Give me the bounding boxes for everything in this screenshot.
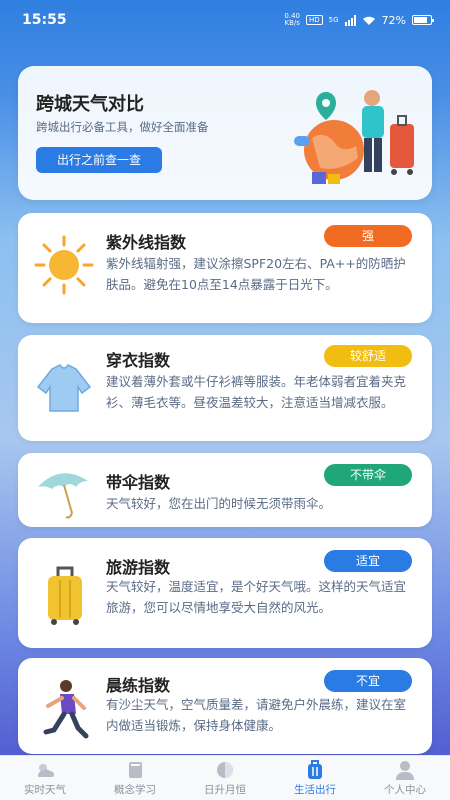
status-badge: 较舒适 bbox=[324, 345, 412, 367]
nav-concept-learning[interactable]: 概念学习 bbox=[90, 756, 180, 800]
runner-icon bbox=[43, 680, 89, 739]
weather-icon bbox=[38, 763, 54, 777]
status-icons: 0.40 KB/s HD 5G 72% bbox=[284, 13, 434, 27]
status-badge: 适宜 bbox=[324, 550, 412, 572]
net-speed: 0.40 KB/s bbox=[284, 13, 300, 27]
card-title: 晨练指数 bbox=[106, 676, 171, 695]
cross-city-weather-card[interactable]: 跨城天气对比 跨城出行必备工具，做好全面准备 出行之前查一查 bbox=[18, 66, 432, 200]
card-description: 天气较好，温度适宜，是个好天气哦。这样的天气适宜旅游，您可以尽情地享受大自然的风… bbox=[106, 579, 407, 615]
network-label: 5G bbox=[328, 16, 339, 24]
nav-label: 日升月恒 bbox=[204, 783, 246, 796]
card-description: 有沙尘天气，空气质量差，请避免户外晨练，建议在室内做适当锻炼，保持身体健康。 bbox=[106, 697, 407, 733]
bottom-nav: 实时天气 概念学习 日升月恒 生活出行 个人中心 bbox=[0, 755, 450, 800]
luggage-icon bbox=[308, 759, 322, 779]
nav-realtime-weather[interactable]: 实时天气 bbox=[0, 756, 90, 800]
nav-personal-center[interactable]: 个人中心 bbox=[360, 756, 450, 800]
battery-percent: 72% bbox=[381, 13, 406, 27]
card-title: 穿衣指数 bbox=[106, 351, 171, 370]
nav-label: 实时天气 bbox=[24, 783, 66, 796]
user-icon bbox=[396, 760, 414, 780]
card-title: 紫外线指数 bbox=[106, 233, 187, 252]
card-description: 天气较好，您在出门的时候无须带雨伞。 bbox=[106, 496, 332, 511]
nav-sun-moon[interactable]: 日升月恒 bbox=[180, 756, 270, 800]
umbrella-index-card[interactable]: 带伞指数 不带伞 天气较好，您在出门的时候无须带雨伞。 bbox=[18, 453, 432, 527]
traveler-illustration bbox=[294, 90, 414, 184]
exercise-index-card[interactable]: 晨练指数 不宜 有沙尘天气，空气质量差，请避免户外晨练，建议在室内做适当锻炼，保… bbox=[18, 658, 432, 754]
check-before-trip-button[interactable]: 出行之前查一查 bbox=[36, 147, 162, 173]
nav-label: 个人中心 bbox=[384, 783, 426, 796]
wifi-icon bbox=[362, 16, 375, 25]
card-title: 带伞指数 bbox=[106, 473, 171, 492]
net-speed-unit: KB/s bbox=[284, 19, 300, 27]
status-badge: 强 bbox=[324, 225, 412, 247]
hero-title: 跨城天气对比 bbox=[36, 94, 144, 115]
travel-index-card[interactable]: 旅游指数 适宜 天气较好，温度适宜，是个好天气哦。这样的天气适宜旅游，您可以尽情… bbox=[18, 538, 432, 648]
clothing-index-card[interactable]: 穿衣指数 较舒适 建议着薄外套或牛仔衫裤等服装。年老体弱者宜着夹克衫、薄毛衣等。… bbox=[18, 335, 432, 441]
status-badge: 不带伞 bbox=[324, 464, 412, 486]
status-bar: 15:55 0.40 KB/s HD 5G 72% bbox=[0, 0, 450, 40]
card-description: 紫外线辐射强，建议涂擦SPF20左右、PA++的防晒护肤品。避免在10点至14点… bbox=[106, 256, 406, 292]
uv-index-card[interactable]: 紫外线指数 强 紫外线辐射强，建议涂擦SPF20左右、PA++的防晒护肤品。避免… bbox=[18, 213, 432, 323]
status-time: 15:55 bbox=[22, 12, 67, 28]
suitcase-icon bbox=[48, 566, 82, 625]
book-icon bbox=[129, 761, 142, 778]
moon-icon bbox=[217, 761, 233, 778]
nav-life-travel[interactable]: 生活出行 bbox=[270, 756, 360, 800]
sun-icon bbox=[34, 235, 94, 295]
hd-icon: HD bbox=[306, 15, 323, 25]
nav-label: 概念学习 bbox=[114, 783, 156, 796]
umbrella-icon bbox=[38, 473, 88, 519]
status-badge: 不宜 bbox=[324, 670, 412, 692]
hero-subtitle: 跨城出行必备工具，做好全面准备 bbox=[36, 120, 209, 134]
card-description: 建议着薄外套或牛仔衫裤等服装。年老体弱者宜着夹克衫、薄毛衣等。昼夜温差较大，注意… bbox=[106, 374, 407, 410]
signal-icon bbox=[344, 14, 356, 26]
sweater-icon bbox=[36, 364, 92, 412]
nav-label: 生活出行 bbox=[294, 783, 336, 796]
battery-icon bbox=[412, 15, 434, 25]
card-title: 旅游指数 bbox=[106, 558, 171, 577]
